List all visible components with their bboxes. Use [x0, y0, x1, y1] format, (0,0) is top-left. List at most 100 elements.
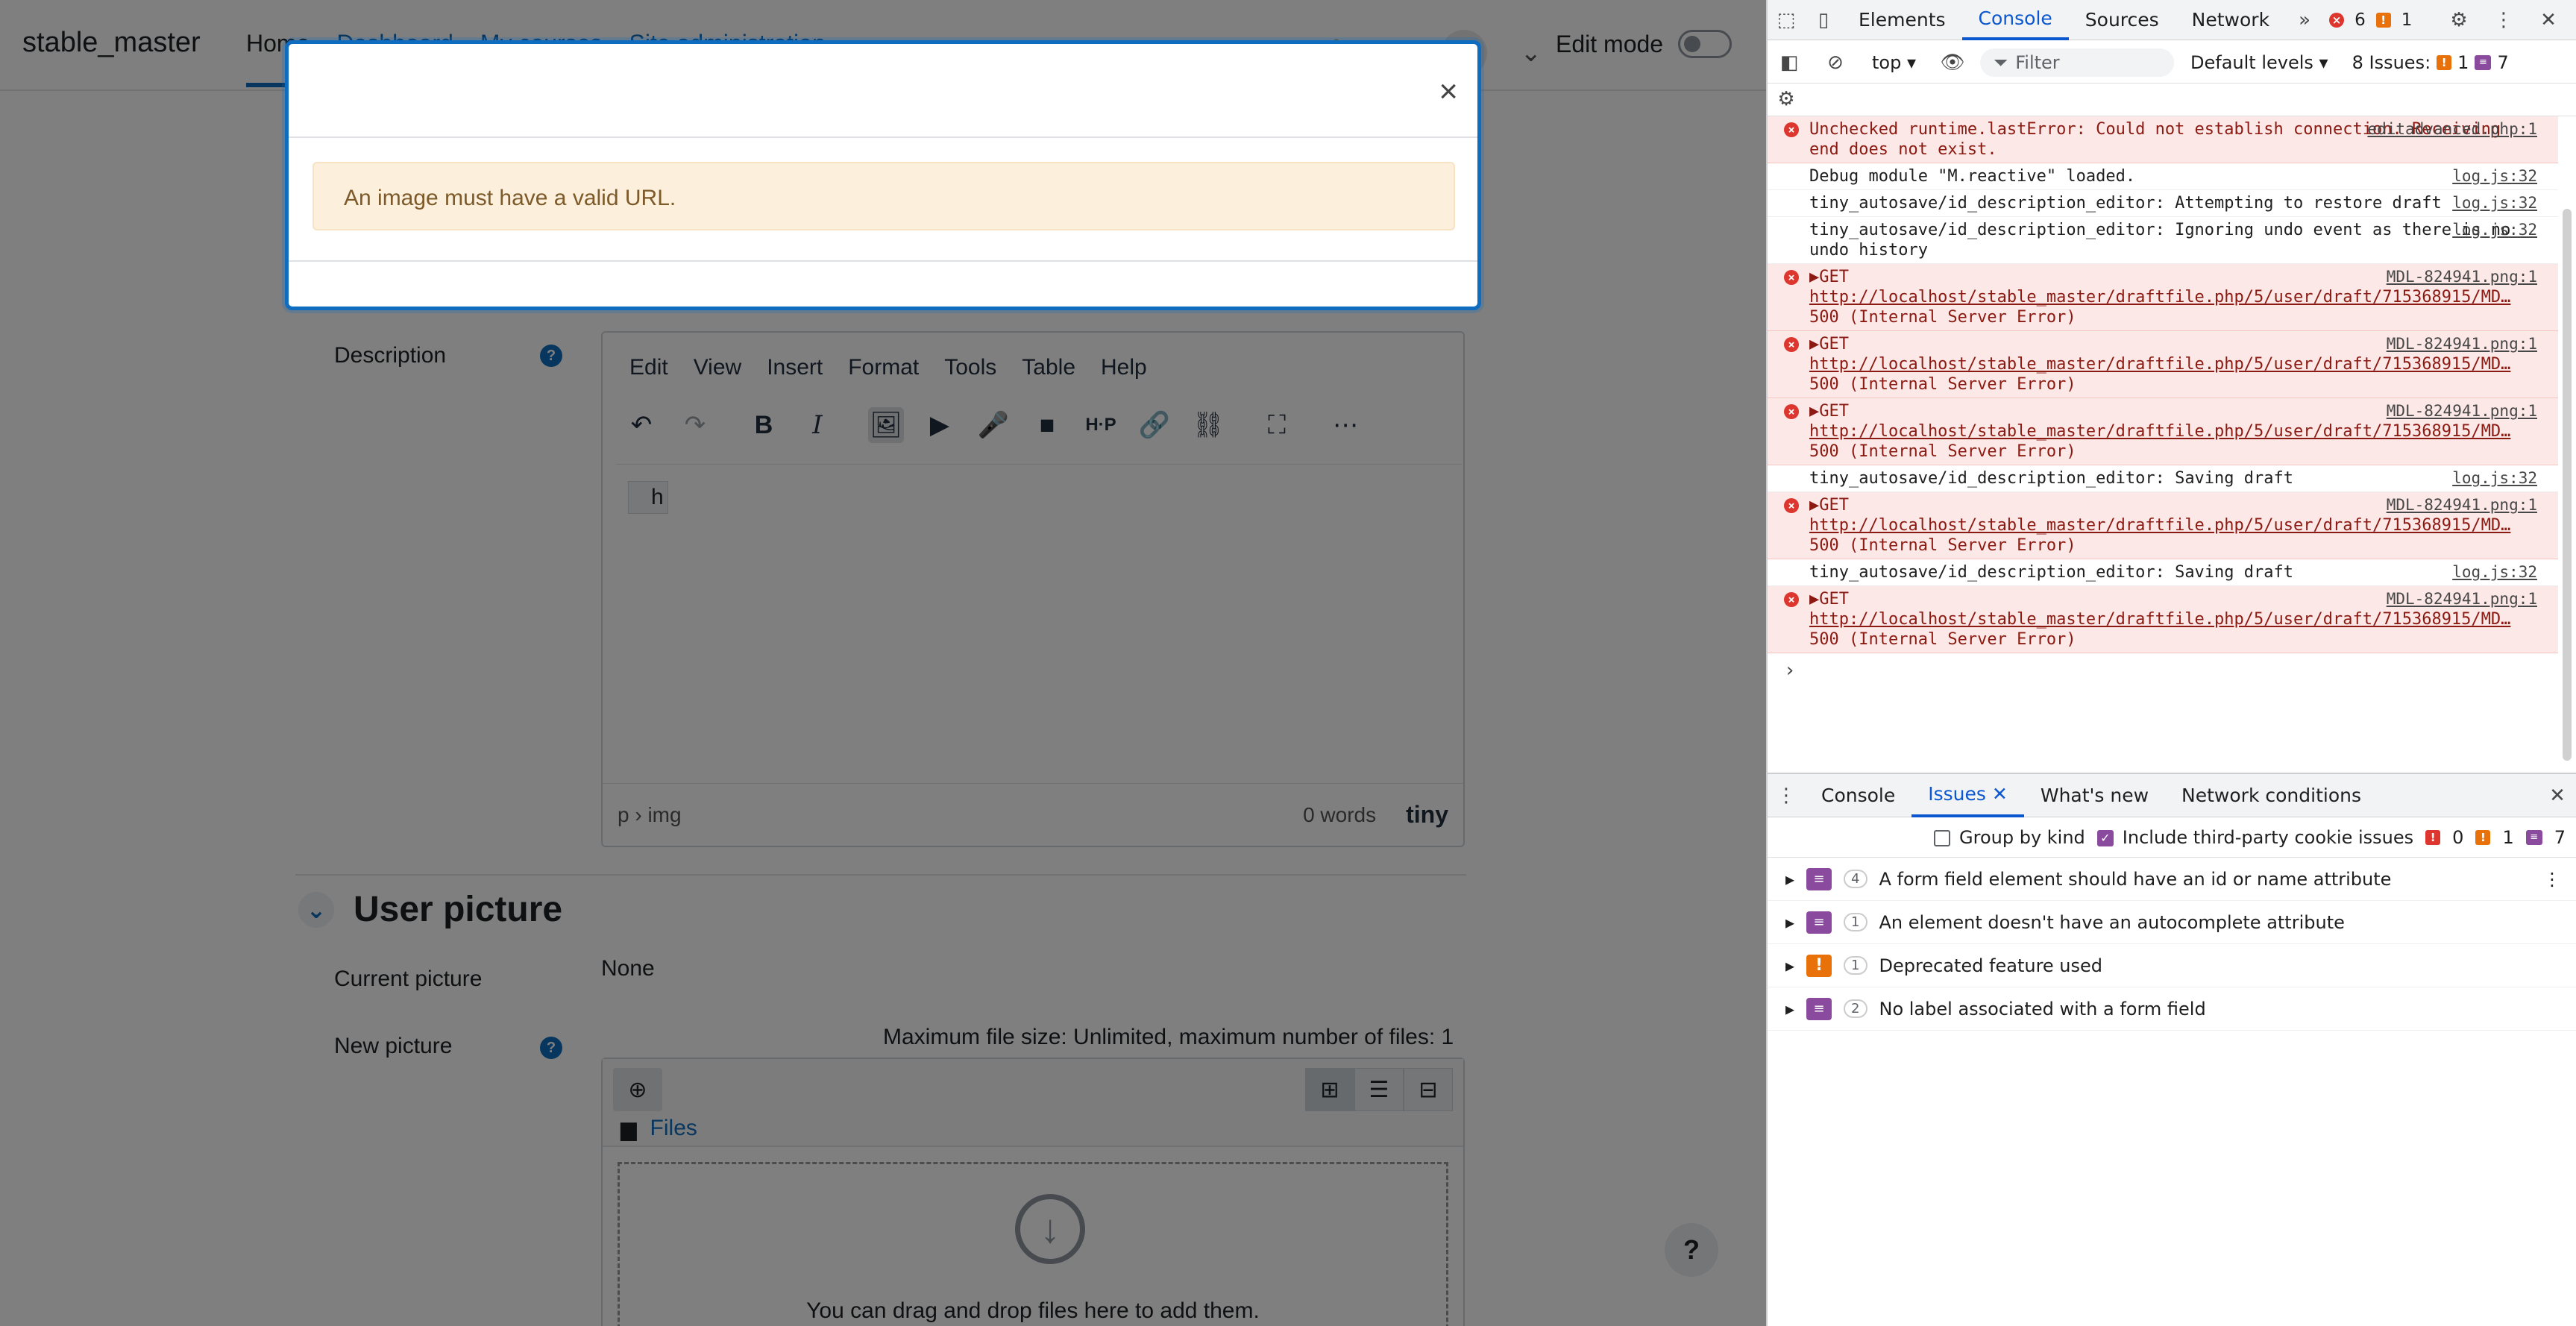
console-prompt[interactable]: › [1768, 653, 2558, 688]
error-icon: × [1784, 122, 1799, 137]
devtools-right-controls: ⚙ ⋮ ✕ [2440, 0, 2567, 40]
log-source-link[interactable]: log.js:32 [2452, 220, 2537, 240]
log-status: 500 (Internal Server Error) [1809, 308, 2076, 327]
log-source-link[interactable]: MDL-824941.png:1 [2387, 495, 2537, 515]
request-url-link[interactable]: http://localhost/stable_master/draftfile… [1809, 515, 2513, 535]
request-url-link[interactable]: http://localhost/stable_master/draftfile… [1809, 609, 2513, 629]
eye-icon[interactable]: 👁 [1934, 51, 1971, 74]
log-message: ▶GET [1809, 590, 1849, 609]
log-message: ▶GET [1809, 335, 1849, 354]
drawer-tab-console[interactable]: Console [1805, 774, 1911, 817]
third-party-checkbox[interactable]: ✓ Include third-party cookie issues [2096, 827, 2413, 848]
close-icon[interactable]: × [1439, 75, 1458, 108]
drawer-menu-icon[interactable]: ⋮ [1768, 785, 1805, 807]
request-url-link[interactable]: http://localhost/stable_master/draftfile… [1809, 421, 2513, 442]
clear-console-icon[interactable]: ⊘ [1817, 51, 1854, 74]
console-error-row[interactable]: × ▶GET http://localhost/stable_master/dr… [1768, 331, 2558, 398]
log-source-link[interactable]: MDL-824941.png:1 [2387, 334, 2537, 354]
kebab-menu-icon[interactable]: ⋮ [2543, 869, 2561, 890]
issue-count: 2 [1844, 999, 1867, 1018]
issue-row[interactable]: ▸ ! 1 Deprecated feature used [1768, 944, 2576, 987]
log-source-link[interactable]: log.js:32 [2452, 193, 2537, 213]
image-modal: × An image must have a valid URL. [285, 40, 1481, 310]
checkbox-unchecked[interactable] [1934, 829, 1951, 846]
context-selector[interactable]: top ▾ [1863, 52, 1925, 73]
expand-arrow-icon[interactable]: ▸ [1785, 869, 1794, 890]
log-message: tiny_autosave/id_description_editor: Att… [1809, 194, 2442, 213]
warning-count: 1 [2401, 10, 2413, 30]
warning-icon: ! [2375, 12, 2391, 28]
log-status: 500 (Internal Server Error) [1809, 442, 2076, 461]
gear-icon[interactable]: ⚙ [2440, 9, 2478, 31]
log-source-link[interactable]: MDL-824941.png:1 [2387, 267, 2537, 287]
issue-row[interactable]: ▸ ≡ 2 No label associated with a form fi… [1768, 987, 2576, 1031]
warning-icon: ! [2475, 829, 2491, 845]
log-source-link[interactable]: MDL-824941.png:1 [2387, 401, 2537, 421]
issue-count: 1 [1844, 913, 1867, 931]
expand-arrow-icon[interactable]: ▸ [1785, 999, 1794, 1019]
log-levels-dropdown[interactable]: Default levels ▾ [2190, 52, 2328, 73]
filter-input[interactable]: ⏷ Filter [1980, 48, 2175, 77]
expand-arrow-icon[interactable]: ▸ [1785, 955, 1794, 976]
device-toolbar-icon[interactable]: ▯ [1805, 9, 1842, 31]
error-count: 6 [2354, 10, 2366, 30]
console-log-row[interactable]: Debug module "M.reactive" loaded. log.js… [1768, 163, 2558, 190]
more-tabs-icon[interactable]: » [2286, 9, 2323, 31]
close-icon[interactable]: ✕ [1992, 783, 2008, 805]
log-message: ▶GET [1809, 496, 1849, 515]
console-error-row[interactable]: × ▶GET http://localhost/stable_master/dr… [1768, 586, 2558, 653]
kebab-menu-icon[interactable]: ⋮ [2485, 9, 2522, 31]
issues-warn-count: 1 [2457, 51, 2469, 73]
group-by-kind-checkbox[interactable]: Group by kind [1934, 827, 2085, 848]
issue-text: An element doesn't have an autocomplete … [1879, 911, 2345, 933]
console-log-row[interactable]: tiny_autosave/id_description_editor: Sav… [1768, 559, 2558, 586]
info-icon: ≡ [1806, 867, 1832, 890]
request-url-link[interactable]: http://localhost/stable_master/draftfile… [1809, 354, 2513, 374]
console-error-row[interactable]: × ▶GET http://localhost/stable_master/dr… [1768, 398, 2558, 465]
console-scrollbar[interactable] [2563, 209, 2572, 761]
tab-elements[interactable]: Elements [1842, 0, 1962, 40]
console-error-row[interactable]: × Unchecked runtime.lastError: Could not… [1768, 116, 2558, 163]
group-by-kind-label: Group by kind [1959, 826, 2085, 848]
console-error-row[interactable]: × ▶GET http://localhost/stable_master/dr… [1768, 492, 2558, 559]
drawer-tab-whats-new[interactable]: What's new [2024, 774, 2165, 817]
drawer-tab-issues[interactable]: Issues ✕ [1911, 774, 2024, 817]
request-url-link[interactable]: http://localhost/stable_master/draftfile… [1809, 287, 2513, 307]
console-settings-row: ⚙ [1768, 84, 2576, 116]
log-source-link[interactable]: MDL-824941.png:1 [2387, 589, 2537, 609]
sidebar-toggle-icon[interactable]: ◧ [1771, 51, 1808, 74]
levels-value: Default levels [2190, 51, 2313, 73]
modal-header: × [289, 44, 1477, 138]
issue-row[interactable]: ▸ ≡ 4 A form field element should have a… [1768, 858, 2576, 901]
gear-icon[interactable]: ⚙ [1768, 88, 1805, 110]
tab-network[interactable]: Network [2176, 0, 2286, 40]
issue-row[interactable]: ▸ ≡ 1 An element doesn't have an autocom… [1768, 901, 2576, 944]
log-status: 500 (Internal Server Error) [1809, 630, 2076, 649]
info-icon: ≡ [1806, 997, 1832, 1020]
error-icon: × [1784, 498, 1799, 513]
drawer-tab-network-conditions[interactable]: Network conditions [2165, 774, 2378, 817]
log-message: Debug module "M.reactive" loaded. [1809, 167, 2136, 186]
close-icon[interactable]: ✕ [2530, 9, 2567, 31]
warning-icon: ! [1806, 954, 1832, 977]
tab-sources[interactable]: Sources [2069, 0, 2176, 40]
modal-footer [289, 260, 1477, 262]
inspect-element-icon[interactable]: ⬚ [1768, 9, 1805, 31]
log-source-link[interactable]: editadvanced.php:1 [2367, 119, 2537, 139]
error-icon: × [1784, 270, 1799, 285]
console-error-row[interactable]: × ▶GET http://localhost/stable_master/dr… [1768, 264, 2558, 331]
log-source-link[interactable]: log.js:32 [2452, 468, 2537, 488]
log-source-link[interactable]: log.js:32 [2452, 562, 2537, 582]
console-log-row[interactable]: tiny_autosave/id_description_editor: Att… [1768, 190, 2558, 217]
checkbox-checked[interactable]: ✓ [2096, 829, 2114, 846]
moodle-page: stable_master Home Dashboard My courses … [0, 0, 1766, 1326]
expand-arrow-icon[interactable]: ▸ [1785, 912, 1794, 933]
console-log-row[interactable]: tiny_autosave/id_description_editor: Ign… [1768, 217, 2558, 264]
error-warning-badges[interactable]: × 6 ! 1 [2329, 10, 2412, 30]
console-log-row[interactable]: tiny_autosave/id_description_editor: Sav… [1768, 465, 2558, 492]
info-icon: ≡ [2525, 829, 2542, 845]
log-source-link[interactable]: log.js:32 [2452, 166, 2537, 186]
close-drawer-icon[interactable]: ✕ [2539, 785, 2576, 807]
tab-console[interactable]: Console [1961, 0, 2069, 40]
issues-counter[interactable]: 8 Issues: ! 1 ≡ 7 [2352, 52, 2509, 73]
